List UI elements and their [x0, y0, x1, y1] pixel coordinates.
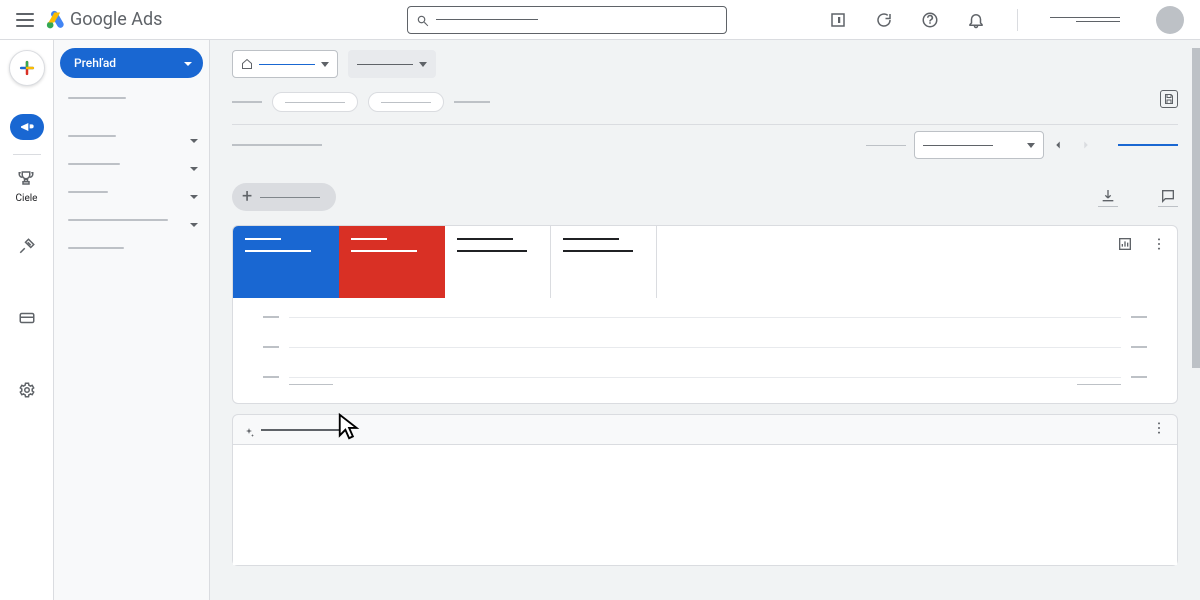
chevron-down-icon	[183, 58, 193, 68]
chip-label	[232, 101, 262, 103]
plus-icon: +	[242, 188, 252, 206]
refresh-icon[interactable]	[875, 11, 893, 29]
download-button[interactable]	[1098, 188, 1118, 207]
rail-tools-icon[interactable]	[13, 232, 41, 260]
compare-label	[866, 145, 906, 146]
divider	[232, 124, 1178, 125]
chart	[233, 298, 1177, 403]
metric-tab[interactable]	[551, 226, 657, 298]
card-toolbar: +	[232, 183, 1178, 211]
more-icon[interactable]	[1151, 236, 1167, 252]
chevron-down-icon	[1027, 143, 1035, 148]
chevron-down-icon	[189, 131, 199, 141]
date-range-select[interactable]	[914, 131, 1044, 159]
scrollbar[interactable]	[1192, 40, 1200, 600]
sidebar-item[interactable]	[54, 150, 209, 178]
google-ads-logo-mark	[46, 10, 66, 30]
avatar[interactable]	[1156, 6, 1184, 34]
save-view-icon[interactable]	[1160, 90, 1178, 108]
sidebar-item[interactable]	[54, 206, 209, 234]
search-icon	[416, 13, 430, 27]
insights-body	[233, 445, 1177, 565]
add-card-button[interactable]: +	[232, 183, 336, 211]
sidebar-item[interactable]	[54, 234, 209, 262]
chip-label	[454, 101, 490, 103]
sidebar-item[interactable]	[54, 122, 209, 150]
metric-tab[interactable]	[233, 226, 339, 298]
rail-settings-icon[interactable]	[13, 376, 41, 404]
app-header: Google Ads	[0, 0, 1200, 40]
create-button[interactable]	[9, 50, 45, 86]
scope-filter[interactable]	[232, 50, 338, 78]
header-actions	[829, 6, 1184, 34]
home-icon	[241, 58, 253, 70]
left-rail: Ciele	[0, 40, 54, 600]
sidebar-item[interactable]	[54, 84, 209, 112]
filters-row	[232, 50, 1178, 78]
rail-campaigns-icon[interactable]	[10, 114, 44, 140]
main: +	[210, 40, 1200, 600]
rail-goals-label: Ciele	[16, 193, 38, 204]
search-box[interactable]	[407, 6, 727, 34]
product-logo[interactable]: Google Ads	[46, 9, 162, 30]
notifications-icon[interactable]	[967, 11, 985, 29]
expand-chart-icon[interactable]	[1117, 236, 1133, 252]
date-row	[232, 131, 1178, 159]
metric-tabs	[233, 226, 1177, 298]
header-divider	[1017, 9, 1018, 31]
metric-tab[interactable]	[445, 226, 551, 298]
product-name: Google Ads	[70, 9, 162, 30]
sparkle-icon	[243, 424, 255, 436]
rail-billing-icon[interactable]	[13, 304, 41, 332]
chips-row	[232, 92, 1178, 112]
reports-icon[interactable]	[829, 11, 847, 29]
secondary-filter[interactable]	[348, 50, 436, 78]
menu-icon[interactable]	[16, 13, 34, 27]
chevron-down-icon	[189, 215, 199, 225]
search-placeholder	[436, 19, 538, 20]
date-next-button	[1072, 131, 1100, 159]
chevron-down-icon	[189, 187, 199, 197]
feedback-button[interactable]	[1158, 188, 1178, 207]
chevron-down-icon	[321, 62, 329, 67]
chevron-down-icon	[189, 159, 199, 169]
insights-header	[233, 415, 1177, 445]
chip[interactable]	[368, 92, 444, 112]
insights-card	[232, 414, 1178, 566]
metrics-card	[232, 225, 1178, 404]
help-icon[interactable]	[921, 11, 939, 29]
trophy-icon	[17, 169, 35, 191]
sidebar-overview[interactable]: Prehľad	[60, 48, 203, 78]
account-label[interactable]	[1050, 17, 1120, 22]
sidebar-item[interactable]	[54, 178, 209, 206]
more-icon[interactable]	[1151, 420, 1167, 440]
sidebar: Prehľad	[54, 40, 210, 600]
page-title	[232, 144, 322, 146]
rail-goals[interactable]: Ciele	[16, 169, 38, 204]
metric-tab[interactable]	[339, 226, 445, 298]
chevron-down-icon	[419, 62, 427, 67]
insights-title	[261, 429, 341, 431]
view-tab-active[interactable]	[1118, 144, 1178, 146]
sidebar-overview-label: Prehľad	[74, 56, 116, 70]
date-prev-button[interactable]	[1044, 131, 1072, 159]
chip[interactable]	[272, 92, 358, 112]
